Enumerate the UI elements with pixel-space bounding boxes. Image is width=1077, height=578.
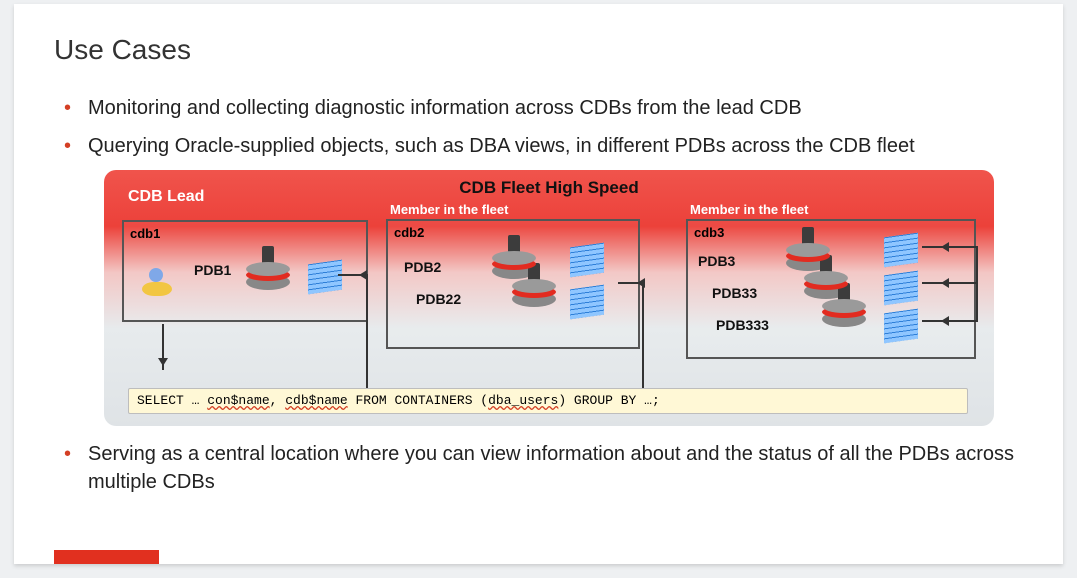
- cdb3-box: cdb3 PDB3 PDB33 PDB333: [686, 219, 976, 359]
- brand-bar: [54, 550, 159, 564]
- sql-statement: SELECT … con$name, cdb$name FROM CONTAIN…: [128, 388, 968, 414]
- arrow-icon: [922, 282, 948, 284]
- connector-line: [366, 274, 368, 388]
- slide-title: Use Cases: [54, 34, 1023, 66]
- bullet-2: Querying Oracle-supplied objects, such a…: [64, 132, 1023, 160]
- arrow-icon: [922, 320, 948, 322]
- connector-line: [948, 320, 978, 322]
- data-grid-icon: [570, 243, 604, 278]
- sql-text: ,: [270, 393, 286, 408]
- bullet-list-2: Serving as a central location where you …: [54, 440, 1023, 496]
- pdb22-label: PDB22: [416, 291, 461, 307]
- cdb-lead-label: CDB Lead: [128, 188, 204, 206]
- arrow-icon: [338, 274, 366, 276]
- database-icon: [822, 299, 866, 327]
- pdb33-label: PDB33: [712, 285, 757, 301]
- connector-line: [642, 282, 644, 348]
- bullet-list: Monitoring and collecting diagnostic inf…: [54, 94, 1023, 160]
- sql-text: SELECT …: [137, 393, 207, 408]
- connector-line: [948, 246, 978, 248]
- cdb2-box: cdb2 PDB2 PDB22: [386, 219, 640, 349]
- pdb1-label: PDB1: [194, 262, 231, 278]
- slide: Use Cases Monitoring and collecting diag…: [14, 4, 1063, 564]
- data-grid-icon: [884, 309, 918, 344]
- user-icon: [142, 268, 172, 296]
- pdb3-label: PDB3: [698, 253, 735, 269]
- sql-dba: dba_users: [488, 393, 558, 408]
- pdb2-label: PDB2: [404, 259, 441, 275]
- cdb3-name: cdb3: [694, 225, 724, 240]
- cdb2-name: cdb2: [394, 225, 424, 240]
- arrow-icon: [922, 246, 948, 248]
- bullet-1: Monitoring and collecting diagnostic inf…: [64, 94, 1023, 122]
- member-label-2: Member in the fleet: [690, 202, 808, 217]
- fleet-title: CDB Fleet High Speed: [459, 178, 638, 198]
- database-icon: [512, 279, 556, 307]
- data-grid-icon: [570, 285, 604, 320]
- sql-cdb: cdb$name: [285, 393, 347, 408]
- sql-text: ) GROUP BY …;: [558, 393, 659, 408]
- bullet-3: Serving as a central location where you …: [64, 440, 1023, 496]
- arrow-icon: [618, 282, 644, 284]
- connector-line: [948, 282, 978, 284]
- connector-line: [976, 246, 978, 322]
- sql-text: FROM CONTAINERS (: [348, 393, 488, 408]
- cdb-fleet-diagram: CDB Fleet High Speed CDB Lead Member in …: [104, 170, 994, 426]
- member-label-1: Member in the fleet: [390, 202, 508, 217]
- data-grid-icon: [884, 271, 918, 306]
- cdb1-name: cdb1: [130, 226, 160, 241]
- database-icon: [246, 262, 290, 290]
- arrow-down-icon: [162, 324, 164, 370]
- pdb333-label: PDB333: [716, 317, 769, 333]
- sql-con: con$name: [207, 393, 269, 408]
- connector-line: [642, 348, 644, 388]
